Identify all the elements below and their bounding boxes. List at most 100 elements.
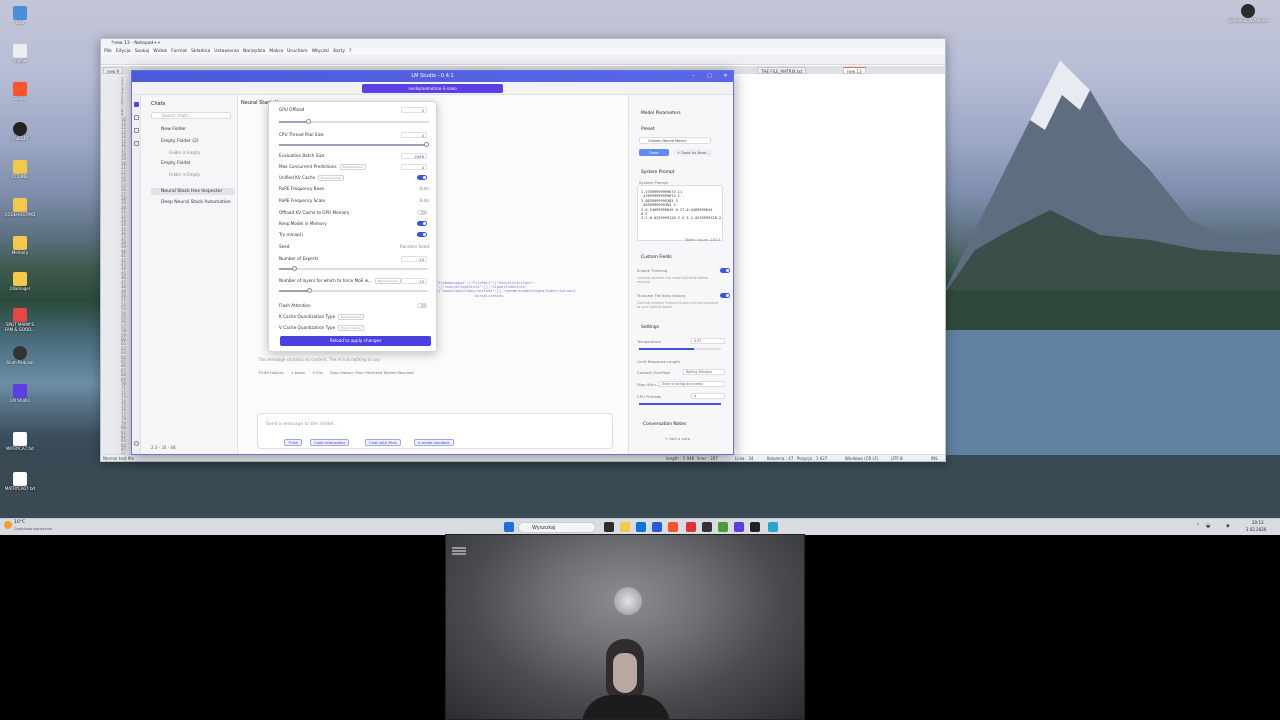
settings-icon[interactable] [134,441,139,446]
menu-item[interactable]: Karty [333,49,345,54]
lm-studio-taskbar-icon[interactable] [734,522,744,532]
chip-code-interpreter[interactable]: Code Interpreter [310,439,350,446]
menu-item[interactable]: Składnia [191,49,210,54]
reload-apply-button[interactable]: Reload to apply changes [280,336,431,346]
menu-item[interactable]: ? [349,49,351,54]
folder-new-folder[interactable]: New Folder [151,126,235,133]
desktop-icon-codehostpad[interactable]: CODEHOSTPAD [2,198,38,218]
chrome-icon[interactable] [702,522,712,532]
temperature-input[interactable]: 0.67 [691,338,725,344]
maximize-icon[interactable]: □ [706,73,713,80]
slider-knob[interactable] [306,119,311,124]
cpu-threads-slider[interactable] [639,403,721,405]
desktop-icon-matryca7[interactable]: MATRYCA7.txt [2,432,38,452]
menu-item[interactable]: Plik [104,49,112,54]
menu-item[interactable]: Edycja [116,49,131,54]
desktop-icon-lmstudio[interactable]: LM Studio [2,384,38,404]
message-input[interactable]: Send a message to the model... [266,422,338,427]
minimize-icon[interactable]: – [690,73,697,80]
model-selector[interactable]: nvidia/nemotron-3-nano [362,84,503,93]
system-prompt-section[interactable]: System Prompt [641,170,675,175]
chip-chat-with-files[interactable]: Chat with Files [365,439,401,446]
rope-base-value[interactable]: Auto [419,185,429,193]
eval-batch-input[interactable]: 2048 [401,153,427,159]
tab-new-13[interactable]: new 13 [843,67,866,74]
folder-empty-2[interactable]: Empty Folder (2) [151,138,235,145]
enable-thinking-toggle[interactable] [720,268,730,273]
seed-value[interactable]: Random Seed [400,243,429,251]
unified-kv-toggle[interactable] [417,175,427,180]
menu-item[interactable]: Makra [269,49,283,54]
tray-chevron-icon[interactable]: ⌃ [1196,523,1200,529]
menu-item[interactable]: Szukaj [135,49,150,54]
developer-icon[interactable] [134,115,139,120]
terminal-icon[interactable] [750,522,760,532]
app-taskbar-icon[interactable] [686,522,696,532]
gpu-offload-slider[interactable] [279,119,429,124]
edge-icon[interactable] [636,522,646,532]
menu-icon[interactable] [452,547,466,549]
message-composer[interactable]: Send a message to the model... Think Cod… [257,413,613,449]
num-experts-slider[interactable] [279,266,429,271]
chip-e-mode-sandbox[interactable]: e-mode sandbox [414,439,454,446]
desktop-icon-split[interactable]: SPLIT MAMA'S FAM & GOOD... [2,308,38,333]
slider-knob[interactable] [424,142,429,147]
menu-item[interactable]: Format [171,49,187,54]
models-icon[interactable] [134,128,139,133]
search-icon[interactable] [134,141,139,146]
max-concurrent-input[interactable]: 4 [401,164,427,170]
truncate-thinking-toggle[interactable] [720,293,730,298]
menu-item[interactable]: Ustawienia [214,49,239,54]
add-note-button[interactable]: + Add a note [665,436,690,441]
task-view-icon[interactable] [604,522,614,532]
num-experts-input[interactable]: 10 [401,256,427,262]
try-mmap-toggle[interactable] [417,232,427,237]
stop-strings-input[interactable]: Enter a string and press [659,381,725,387]
conversation-notes-section[interactable]: Conversation Notes [643,422,686,427]
context-overflow-select[interactable]: Rolling Window [683,369,725,375]
rope-scale-value[interactable]: Auto [419,197,429,205]
offload-kv-toggle[interactable] [417,210,427,215]
system-prompt-textarea[interactable]: 1.47699999999674 11 .476999999999674 1 3… [637,185,723,241]
desktop-icon-podcam[interactable]: Rium Podcam [2,346,38,366]
chip-think[interactable]: Think [284,439,303,446]
save-button[interactable]: Save [639,149,669,156]
chat-item-automation[interactable]: Deep Neural Stack Automation [151,199,235,206]
desktop-icon-top-right[interactable]: Szkolenia Wirtualne [1228,4,1268,24]
keep-in-memory-toggle[interactable] [417,221,427,226]
desktop-icon-brave[interactable]: Brave [2,82,38,102]
cpu-thread-pool-slider[interactable] [279,142,429,147]
desktop-icon-memory[interactable]: Memory [2,236,38,256]
desktop-icon-matryca07[interactable]: MATRYCA07.txt [2,472,38,492]
menu-item[interactable]: Widok [153,49,167,54]
tab-new-9[interactable]: new 9 [103,67,124,74]
app2-taskbar-icon[interactable] [768,522,778,532]
custom-fields-section[interactable]: Custom Fields [641,255,672,260]
taskbar-search[interactable]: Wyszukaj [518,522,596,533]
slider-knob[interactable] [292,266,297,271]
desktop-icon-coding[interactable]: CODING [2,160,38,180]
start-icon[interactable] [504,522,514,532]
cpu-threads-input[interactable]: 4 [691,393,725,399]
weather-temp[interactable]: 10°C [14,520,25,525]
chat-item-hex-inspector[interactable]: Neural Stack Hex Inspector [151,188,235,195]
brave-taskbar-icon[interactable] [668,522,678,532]
force-moe-slider[interactable] [279,288,429,293]
network-icon[interactable]: ◒ [1206,523,1210,529]
desktop-icon-ollamager[interactable]: Ollamager [2,272,38,292]
close-icon[interactable]: ✕ [722,73,729,80]
desktop-icon-recycle-bin[interactable]: Kosz [2,6,38,26]
weather-icon[interactable] [4,521,12,529]
file-explorer-icon[interactable] [620,522,630,532]
force-moe-input[interactable]: 10 [401,278,427,284]
folder-empty[interactable]: Empty Folder [151,160,235,167]
temperature-slider[interactable] [639,348,721,350]
menu-item[interactable]: Wtyczki [312,49,330,54]
cpu-thread-pool-input[interactable]: 4 [401,132,427,138]
desktop-icon-chatgpt[interactable]: ChatGPT [2,122,38,142]
notepadpp-icon[interactable] [718,522,728,532]
clock-date[interactable]: 2.02.2026 [1246,527,1266,532]
slider-knob[interactable] [307,288,312,293]
volume-icon[interactable]: ◈ [1226,523,1230,529]
chat-icon[interactable] [134,102,139,107]
